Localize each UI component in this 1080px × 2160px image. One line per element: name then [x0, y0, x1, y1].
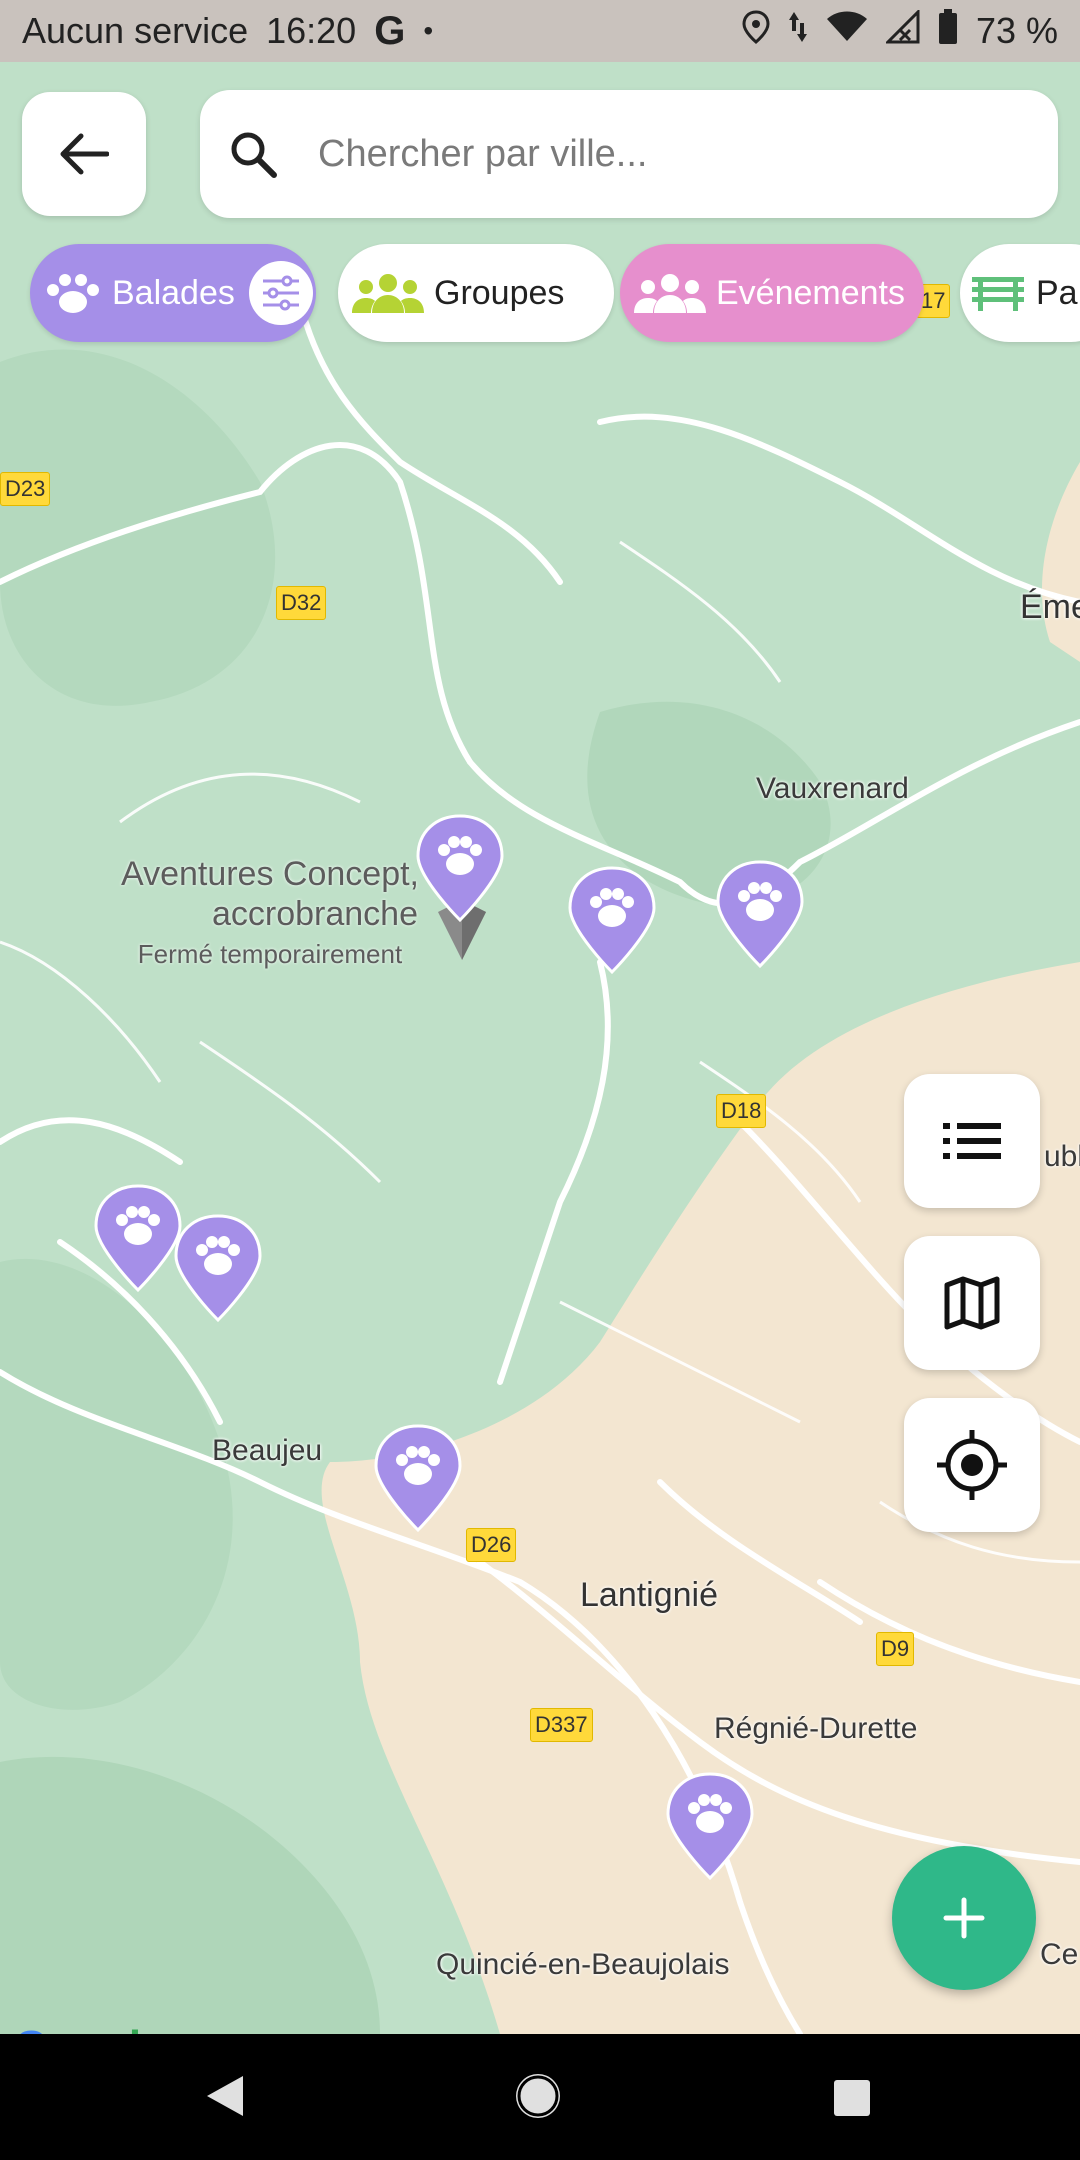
battery-text: 73 %	[975, 10, 1058, 51]
walk-marker[interactable]	[566, 864, 658, 976]
map-view-button[interactable]	[904, 1236, 1040, 1370]
road-shield-d32: D32	[276, 586, 327, 620]
signal-off-icon	[884, 7, 920, 53]
road-shield-d23: D23	[0, 472, 51, 506]
search-input[interactable]: Chercher par ville...	[318, 133, 647, 176]
list-icon	[943, 1123, 1001, 1159]
clock: 16:20	[266, 10, 357, 51]
wifi-icon	[826, 10, 868, 52]
chip-groupes-label: Groupes	[434, 273, 565, 312]
place-label-quincie: Quincié-en-Beaujolais	[436, 1948, 730, 1981]
place-label-beaujeu: Beaujeu	[212, 1434, 323, 1467]
add-button[interactable]	[892, 1846, 1036, 1990]
poi-status: Fermé temporairement	[137, 939, 403, 969]
road-shield-d18: D18	[716, 1094, 767, 1128]
paw-icon	[44, 270, 102, 316]
nav-recent-icon[interactable]	[832, 2078, 872, 2118]
walk-marker[interactable]	[172, 1212, 264, 1324]
nav-back-icon[interactable]	[203, 2072, 247, 2120]
place-label-regnie: Régnié-Durette	[714, 1712, 918, 1745]
carrier-text: Aucun service	[22, 10, 249, 51]
filter-icon	[262, 275, 299, 311]
poi-label: Aventures Concept, accrobranche Fermé te…	[110, 854, 430, 974]
map-view[interactable]: Vauxrenard Beaujeu Lantignié Régnié-Dure…	[0, 62, 1080, 2034]
status-bar: Aucun service 16:20 G • 73 %	[0, 0, 1080, 62]
battery-icon	[938, 8, 958, 54]
poi-name-line1: Aventures Concept,	[121, 855, 419, 893]
locate-icon	[937, 1430, 1007, 1500]
place-label-ubl: ubl	[1044, 1140, 1080, 1173]
road-shield-d337: D337	[530, 1708, 593, 1742]
place-label-eme: Éme	[1020, 588, 1080, 626]
walk-marker[interactable]	[372, 1422, 464, 1534]
walk-marker[interactable]	[664, 1770, 756, 1882]
group-icon	[352, 271, 424, 315]
road-shield-d9: D9	[876, 1632, 915, 1666]
chip-parcs[interactable]: Pa	[960, 244, 1080, 342]
bench-icon	[970, 273, 1026, 313]
walk-marker[interactable]	[414, 812, 506, 924]
back-button[interactable]	[22, 92, 146, 216]
search-bar[interactable]: Chercher par ville...	[200, 90, 1058, 218]
walk-marker[interactable]	[714, 858, 806, 970]
plus-icon	[943, 1897, 985, 1939]
chip-evenements[interactable]: Evénements	[620, 244, 924, 342]
walk-marker[interactable]	[92, 1182, 184, 1294]
back-arrow-icon	[60, 133, 109, 175]
chip-groupes[interactable]: Groupes	[338, 244, 614, 342]
chip-balades-label: Balades	[112, 273, 235, 312]
filter-chips: Balades Groupes Evénements Pa	[30, 244, 1080, 342]
locate-me-button[interactable]	[904, 1398, 1040, 1532]
place-label-vauxrenard: Vauxrenard	[756, 772, 909, 805]
place-label-ce: Ce	[1040, 1938, 1079, 1971]
location-icon	[742, 9, 770, 53]
nav-home-icon[interactable]	[512, 2070, 564, 2122]
poi-name-line2: accrobranche	[211, 895, 418, 933]
system-nav-bar	[0, 2034, 1080, 2160]
chip-parcs-label: Pa	[1036, 273, 1078, 312]
list-view-button[interactable]	[904, 1074, 1040, 1208]
data-arrows-icon	[788, 10, 808, 53]
google-g-icon: G	[374, 8, 406, 53]
google-logo: Google	[14, 2022, 166, 2034]
search-icon	[231, 132, 277, 178]
filter-button[interactable]	[248, 261, 313, 325]
chip-evenements-label: Evénements	[716, 273, 905, 312]
chip-balades[interactable]: Balades	[30, 244, 316, 342]
group-icon	[634, 271, 706, 315]
road-shield-d26: D26	[466, 1528, 517, 1562]
map-icon	[944, 1276, 1000, 1330]
place-label-lantignie: Lantignié	[580, 1576, 719, 1614]
notification-dot: •	[423, 15, 434, 46]
